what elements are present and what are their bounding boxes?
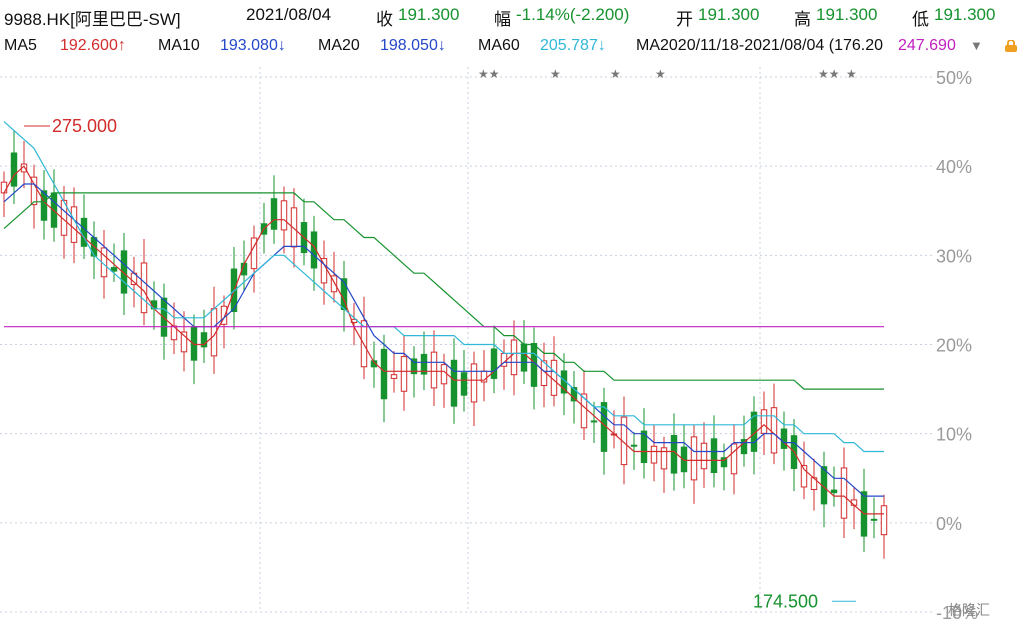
y-axis: 50%40%30%20%10%0%-10% — [936, 68, 978, 623]
candle-up — [470, 363, 478, 403]
y-tick-label: 40% — [936, 157, 972, 177]
annotations: 275.000 174.500 — [24, 116, 856, 611]
candles — [0, 131, 888, 559]
event-stars: ★★ ★ ★ ★ ★★ ★ — [478, 67, 857, 81]
candle-down — [270, 198, 278, 230]
grid — [0, 67, 935, 613]
candle-up — [0, 181, 8, 194]
low-price-label: 174.500 — [753, 591, 818, 611]
candle-up — [280, 200, 288, 231]
event-star: ★★ — [478, 67, 500, 81]
candle-up — [690, 436, 698, 481]
candle-down — [590, 420, 598, 423]
candle-up — [760, 409, 768, 434]
event-star: ★★ — [818, 67, 840, 81]
y-tick-label: 20% — [936, 336, 972, 356]
candle-up — [510, 339, 518, 376]
candle-down — [110, 267, 118, 272]
candle-down — [380, 348, 388, 400]
price-chart[interactable]: 50%40%30%20%10%0%-10% ★★ ★ ★ ★ ★★ ★ 275.00017… — [0, 0, 1028, 628]
event-star: ★ — [655, 67, 666, 81]
y-tick-label: 30% — [936, 246, 972, 266]
candle-up — [840, 467, 848, 519]
candle-down — [490, 348, 498, 379]
y-tick-label: 50% — [936, 68, 972, 88]
candle-down — [670, 434, 678, 474]
candle-up — [440, 364, 448, 385]
moving-averages — [3, 121, 884, 515]
candle-up — [70, 206, 78, 243]
candle-down — [780, 428, 788, 449]
candle-up — [730, 443, 738, 475]
candle-up — [140, 262, 148, 314]
event-star: ★ — [610, 67, 621, 81]
candle-down — [460, 372, 468, 396]
candle-down — [530, 343, 538, 387]
event-star: ★ — [550, 67, 561, 81]
ma-line-ma5 — [3, 165, 884, 515]
y-tick-label: 10% — [936, 425, 972, 445]
candle-down — [830, 489, 838, 494]
candle-down — [870, 518, 878, 521]
candle-up — [390, 374, 398, 379]
candle-up — [400, 356, 408, 392]
candle-up — [650, 445, 658, 464]
candle-up — [430, 351, 438, 389]
y-tick-label: 0% — [936, 514, 962, 534]
brand-watermark: 格隆汇 — [948, 602, 990, 618]
candle-down — [630, 444, 638, 447]
candle-up — [880, 505, 888, 536]
candle-down — [80, 217, 88, 247]
event-star: ★ — [846, 67, 857, 81]
candle-down — [520, 343, 528, 372]
candle-down — [710, 438, 718, 474]
candle-up — [700, 442, 708, 470]
candle-down — [10, 152, 18, 187]
candle-down — [450, 359, 458, 407]
high-price-label: 275.000 — [52, 116, 117, 136]
candle-up — [770, 407, 778, 454]
